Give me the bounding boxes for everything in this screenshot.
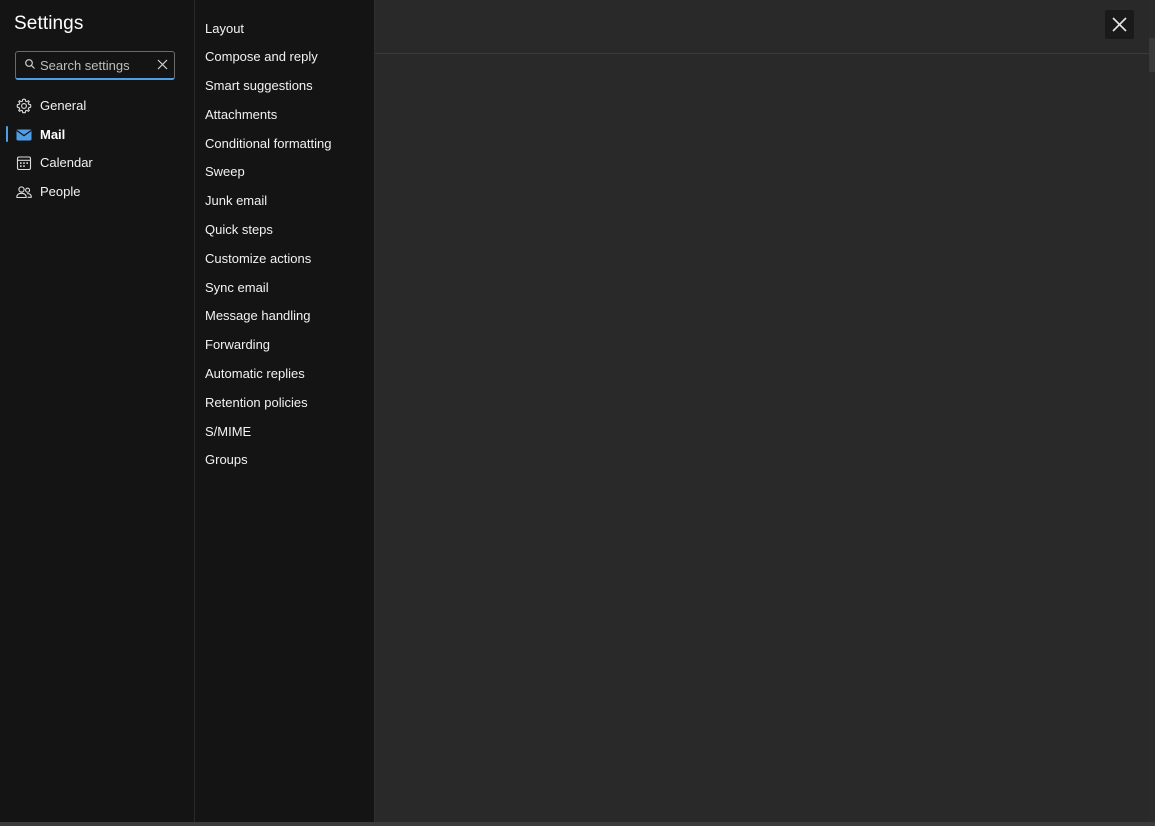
- settings-dialog: Settings General M: [0, 0, 1149, 822]
- nav-item-label: General: [40, 98, 87, 113]
- settings-item-groups[interactable]: Groups: [205, 452, 248, 467]
- scrollbar-thumb[interactable]: [1149, 38, 1155, 72]
- people-icon: [16, 186, 32, 199]
- settings-item-layout[interactable]: Layout: [205, 21, 244, 36]
- window-bottom-edge: [0, 822, 1155, 826]
- settings-item-compose-and-reply[interactable]: Compose and reply: [205, 49, 318, 64]
- close-icon: [1112, 17, 1127, 32]
- close-button[interactable]: [1105, 10, 1134, 39]
- settings-item-smart-suggestions[interactable]: Smart suggestions: [205, 78, 313, 93]
- search-box[interactable]: [15, 51, 175, 80]
- nav-item-people[interactable]: People: [0, 180, 193, 204]
- mail-icon: [16, 129, 32, 141]
- settings-item-retention-policies[interactable]: Retention policies: [205, 395, 308, 410]
- settings-item-automatic-replies[interactable]: Automatic replies: [205, 366, 305, 381]
- clear-search-icon[interactable]: [156, 58, 169, 71]
- search-input[interactable]: [40, 56, 148, 74]
- nav-item-label: People: [40, 184, 81, 199]
- nav-item-calendar[interactable]: Calendar: [0, 151, 193, 175]
- search-icon: [25, 59, 35, 69]
- settings-item-junk-email[interactable]: Junk email: [205, 193, 267, 208]
- scrollbar[interactable]: [1149, 0, 1155, 826]
- mail-settings-list: Layout Compose and reply Smart suggestio…: [195, 0, 375, 822]
- settings-nav-pane: Settings General M: [0, 0, 195, 822]
- nav-item-mail[interactable]: Mail: [0, 123, 193, 147]
- settings-item-message-handling[interactable]: Message handling: [205, 308, 311, 323]
- settings-item-conditional-formatting[interactable]: Conditional formatting: [205, 136, 331, 151]
- settings-item-forwarding[interactable]: Forwarding: [205, 337, 270, 352]
- settings-item-sync-email[interactable]: Sync email: [205, 280, 269, 295]
- settings-item-quick-steps[interactable]: Quick steps: [205, 222, 273, 237]
- page-title: Settings: [14, 13, 84, 34]
- nav-item-general[interactable]: General: [0, 94, 193, 118]
- nav-item-label: Mail: [40, 127, 66, 142]
- settings-item-smime[interactable]: S/MIME: [205, 424, 251, 439]
- gear-icon: [16, 98, 32, 114]
- settings-item-attachments[interactable]: Attachments: [205, 107, 277, 122]
- nav-item-label: Calendar: [40, 155, 93, 170]
- calendar-icon: [16, 156, 32, 171]
- content-header: [375, 0, 1149, 54]
- settings-item-sweep[interactable]: Sweep: [205, 164, 245, 179]
- active-indicator: [6, 126, 8, 142]
- settings-item-customize-actions[interactable]: Customize actions: [205, 251, 311, 266]
